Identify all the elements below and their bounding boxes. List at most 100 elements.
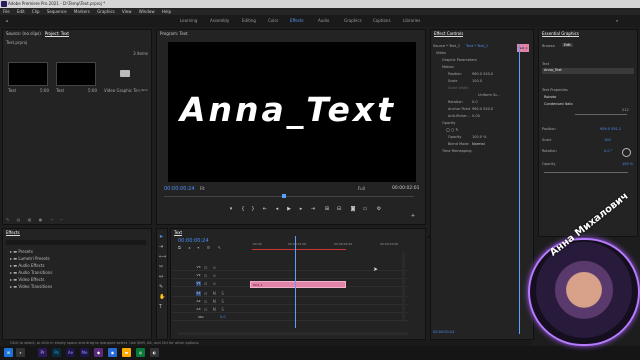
fx-row-uniform-scale[interactable]: Uniform Sc... [478,93,501,97]
track-label-mix[interactable]: Mix [196,315,206,320]
menu-edit[interactable]: Edit [17,9,25,14]
workspace-graphics[interactable]: Graphics [344,15,362,27]
fx-row-opacity-value[interactable]: 100.0 % [472,135,486,139]
quality-dropdown[interactable]: Full [358,186,365,191]
pen-tool-icon[interactable]: ✎ [159,284,163,290]
extract-icon[interactable]: ⊟ [336,207,342,212]
opacity-value[interactable]: 100 % [622,162,633,166]
fx-row-graphic-parameters[interactable]: Graphic Parameters [442,58,477,62]
scale-value[interactable]: 100 [604,138,611,142]
effect-source-label[interactable]: Source * Text_1 [433,44,460,48]
track-label-v1[interactable]: V1 [196,281,201,286]
play-icon[interactable]: ▶ [286,207,292,212]
opacity-slider[interactable] [544,172,628,173]
tab-project[interactable]: Project: Text [44,31,70,37]
folder-taskbar-icon[interactable]: ▬ [122,348,131,357]
workspace-effects[interactable]: Effects [290,15,304,27]
program-scrub-bar[interactable] [164,196,414,197]
timeline-tab[interactable]: Text [174,230,183,236]
app-taskbar-icon-2[interactable]: ◉ [108,348,117,357]
mark-out-icon[interactable]: } [250,207,256,212]
settings-icon[interactable]: ⚙ [376,207,382,212]
timeline-tools[interactable]: ⧉ ◂ ▾ ⚙ ✎ [178,245,224,250]
position-value[interactable]: 959.5 591.1 [600,127,621,131]
marker-icon[interactable]: ▾ [228,207,234,212]
effect-sequence-label[interactable]: Text * Text_1 [466,44,488,48]
slip-tool-icon[interactable]: ↔ [159,274,163,280]
fx-mask-tools[interactable]: ◯ ▢ ✎ [446,128,458,132]
type-tool-icon[interactable]: T [159,304,162,310]
fx-row-anchor-value[interactable]: 960.0 540.0 [472,107,493,111]
app-taskbar-icon-3[interactable]: ◎ [136,348,145,357]
comparison-view-icon[interactable]: ▭ [362,207,368,212]
step-forward-icon[interactable]: ▸ [298,207,304,212]
premiere-taskbar-icon[interactable]: Pr [38,348,47,357]
effects-item-video-effects[interactable]: ▸ ▬ Video Effects [10,277,44,282]
fx-row-motion[interactable]: Motion [442,65,454,69]
menu-file[interactable]: File [3,9,10,14]
tab-browse[interactable]: Browse [542,44,555,48]
effects-item-presets[interactable]: ▸ ▬ Presets [10,249,33,254]
photoshop-taskbar-icon[interactable]: Ps [52,348,61,357]
track-label-v2[interactable]: V2 [196,273,201,278]
track-select-tool-icon[interactable]: ⇥ [159,244,163,250]
media-encoder-taskbar-icon[interactable]: Me [80,348,89,357]
search-taskbar-icon[interactable]: ⌕ [16,348,25,357]
effect-controls-playhead[interactable] [519,44,520,334]
export-frame-icon[interactable]: ◙ [350,207,356,212]
fx-row-antiflicker-value[interactable]: 0.00 [472,114,480,118]
track-label-a2[interactable]: A2 [196,299,201,304]
hand-tool-icon[interactable]: ✋ [159,294,165,300]
app-taskbar-icon-4[interactable]: ◐ [150,348,159,357]
font-dropdown[interactable]: Roboto [544,95,556,99]
program-timecode[interactable]: 00:00:00:24 [164,186,195,192]
menu-help[interactable]: Help [162,9,171,14]
work-area-bar[interactable] [252,249,346,250]
font-style-dropdown[interactable]: Condensed Italic [544,102,573,106]
lift-icon[interactable]: ⊞ [324,207,330,212]
fx-row-time-remapping[interactable]: Time Remapping [442,149,472,153]
workspace-captions[interactable]: Captions [373,15,391,27]
effect-controls-timecode[interactable]: 00:00:00:24 [433,330,454,334]
track-label-a1[interactable]: A1 [196,291,201,296]
after-effects-taskbar-icon[interactable]: Ae [66,348,75,357]
fx-row-rotation-value[interactable]: 0.0 [472,100,478,104]
search-icon[interactable]: ⌕ [616,15,618,27]
track-a3-controls[interactable]: ⊡ M S [204,307,226,312]
app-taskbar-icon-1[interactable]: ◆ [94,348,103,357]
folder-icon[interactable] [120,70,130,77]
home-icon[interactable]: ⌂ [6,15,9,27]
workspace-audio[interactable]: Audio [318,15,329,27]
font-size-slider[interactable] [575,114,627,115]
fx-row-opacity-group[interactable]: Opacity [442,121,455,125]
track-a2-controls[interactable]: ⊡ M S [204,299,226,304]
ripple-edit-tool-icon[interactable]: ⟷ [159,254,166,260]
step-back-icon[interactable]: ◂ [274,207,280,212]
workspace-color[interactable]: Color [268,15,278,27]
menu-clip[interactable]: Clip [32,9,40,14]
track-v3-controls[interactable]: ⊡ ⊙ [204,265,218,270]
track-v1-controls[interactable]: ⊡ ⊙ [204,281,218,286]
track-a1-controls[interactable]: ⊡ M S [204,291,226,296]
project-item-thumb-2[interactable] [56,62,96,86]
track-label-a3[interactable]: A3 [196,307,201,312]
effects-item-audio-transitions[interactable]: ▸ ▬ Audio Transitions [10,270,52,275]
fit-dropdown[interactable]: Fit [200,186,205,191]
windows-start-icon[interactable]: ⊞ [4,348,13,357]
tab-edit[interactable]: Edit [562,43,573,47]
project-toolbar[interactable]: ✎ ▤ ▦ ● ⊸ ─ [6,217,66,222]
menu-view[interactable]: View [122,9,132,14]
track-v2-controls[interactable]: ⊡ ⊙ [204,273,218,278]
selection-tool-icon[interactable]: ➤ [159,234,163,240]
mix-volume-value[interactable]: 0.0 [220,315,226,319]
fx-row-scale-value[interactable]: 100.0 [472,79,482,83]
timeline-scrollbar[interactable] [402,252,405,322]
effects-search-input[interactable] [6,240,146,245]
timeline-playhead[interactable] [295,236,296,328]
workspace-learning[interactable]: Learning [180,15,197,27]
menu-markers[interactable]: Markers [74,9,90,14]
project-item-thumb-1[interactable] [8,62,48,86]
effects-item-audio-effects[interactable]: ▸ ▬ Audio Effects [10,263,45,268]
workspace-editing[interactable]: Editing [242,15,256,27]
go-to-in-icon[interactable]: ⇤ [262,207,268,212]
